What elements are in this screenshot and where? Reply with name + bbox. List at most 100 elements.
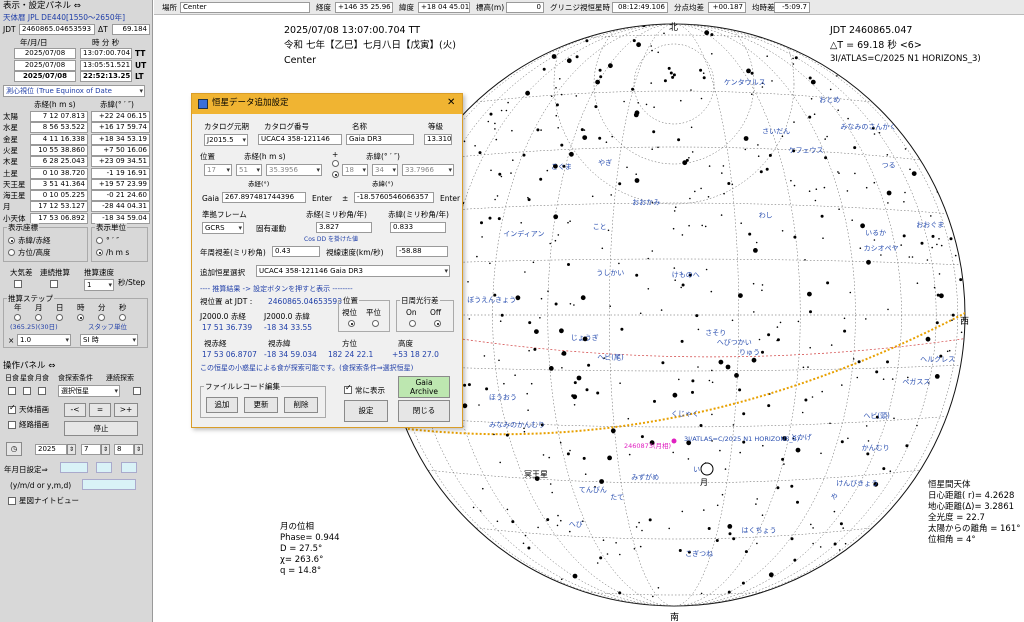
lunar-eclipse-checkbox[interactable] — [38, 387, 46, 395]
sky-draw-checkbox[interactable]: ✓ — [8, 404, 16, 414]
step-unit-radio[interactable] — [119, 314, 126, 321]
location-field[interactable]: Center — [180, 2, 310, 13]
step-equal-button[interactable]: = — [89, 403, 111, 417]
track-draw-checkbox[interactable] — [8, 421, 16, 429]
day-field[interactable]: 8 — [114, 444, 134, 455]
step-unit-radio[interactable] — [98, 314, 105, 321]
body-ra[interactable]: 0 10 38.720 — [30, 167, 88, 179]
body-ra[interactable]: 4 11 16.338 — [30, 133, 88, 145]
body-ra[interactable]: 17 12 53.127 — [30, 201, 88, 213]
step-mult-select[interactable]: 1.0 — [17, 334, 71, 346]
continuous-search-checkbox[interactable] — [133, 387, 141, 395]
body-ra[interactable]: 7 12 07.813 — [30, 111, 88, 122]
add-star-select[interactable]: UCAC4 358-121146 Gaia DR3 — [256, 265, 450, 277]
close-button[interactable]: 閉じる — [398, 400, 450, 422]
dec-s-select[interactable]: 33.7966 — [402, 164, 454, 176]
ra-h-select[interactable]: 17 — [204, 164, 232, 176]
parallax-field[interactable]: 0.43 — [272, 246, 320, 257]
body-ra[interactable]: 10 55 38.860 — [30, 144, 88, 156]
date-text-input[interactable] — [82, 479, 136, 490]
body-dec[interactable]: -0 21 24.60 — [91, 190, 150, 202]
name-field[interactable]: Gaia DR3 — [346, 134, 414, 145]
mean-radio[interactable] — [372, 320, 379, 327]
set-button[interactable]: 設定 — [344, 400, 388, 422]
speed-select[interactable]: 1 — [84, 279, 114, 291]
body-ra[interactable]: 0 10 05.225 — [30, 190, 88, 202]
night-view-checkbox[interactable] — [8, 497, 16, 505]
gaia-archive-button[interactable]: Gaia Archive — [398, 376, 450, 398]
search-condition-select[interactable]: 選択恒星 — [58, 385, 120, 397]
ra-s-select[interactable]: 35.3956 — [266, 164, 322, 176]
body-ra[interactable]: 6 28 25.043 — [30, 156, 88, 168]
date-field[interactable]: 2025/07/08 — [14, 59, 76, 71]
day-spinner[interactable]: ⇕ — [134, 444, 143, 455]
apparent-radio[interactable] — [348, 320, 355, 327]
body-dec[interactable]: +19 57 23.99 — [91, 178, 150, 190]
body-dec[interactable]: +18 34 53.19 — [91, 133, 150, 145]
daylight-off-radio[interactable] — [434, 320, 441, 327]
month-field[interactable]: 7 — [81, 444, 101, 455]
body-dec[interactable]: -1 19 16.91 — [91, 167, 150, 179]
year-spinner[interactable]: ⇕ — [67, 444, 76, 455]
daylight-on-radio[interactable] — [409, 320, 416, 327]
latitude-field[interactable]: +18 04 45.01 — [418, 2, 470, 13]
clock-icon[interactable]: ◷ — [6, 442, 22, 456]
body-dec[interactable]: +16 17 59.74 — [91, 122, 150, 134]
delete-button[interactable]: 削除 — [284, 397, 318, 413]
pm-ra-field[interactable]: 3.827 — [316, 222, 372, 233]
catalog-epoch-select[interactable]: J2015.5 — [204, 134, 248, 146]
month-spinner[interactable]: ⇕ — [101, 444, 110, 455]
date-field[interactable]: 2025/07/08 — [14, 48, 76, 59]
coord-azalt-radio[interactable] — [8, 249, 15, 256]
coord-system-select[interactable]: 測心視位 (True Equinox of Date — [3, 85, 145, 97]
step-type-select[interactable]: SI 時 — [80, 334, 138, 346]
always-show-checkbox[interactable]: ✓ — [344, 384, 352, 394]
body-dec[interactable]: +22 24 06.15 — [91, 111, 150, 122]
dec-d-select[interactable]: 18 — [342, 164, 368, 176]
mag-field[interactable]: 13.310 — [424, 134, 452, 145]
body-dec[interactable]: +23 09 34.51 — [91, 156, 150, 168]
eqtime-field[interactable]: -5:09.7 — [774, 2, 810, 13]
frame-select[interactable]: GCRS — [202, 222, 244, 234]
update-button[interactable]: 更新 — [244, 397, 278, 413]
unit-hms-radio[interactable] — [96, 249, 103, 256]
longitude-field[interactable]: +146 35 25.96 — [335, 2, 393, 13]
time-field[interactable]: 13:05:51.521 — [80, 59, 132, 71]
catalog-no-field[interactable]: UCAC4 358-121146 — [258, 134, 342, 145]
altitude-field[interactable]: 0 — [506, 2, 544, 13]
dialog-title-bar[interactable]: 恒星データ追加設定 ✕ — [192, 94, 462, 114]
pm-dec-field[interactable]: 0.833 — [390, 222, 446, 233]
time-field[interactable]: 13:07:00.704 — [80, 48, 132, 59]
atm-checkbox[interactable] — [14, 280, 22, 288]
date-year-input[interactable] — [60, 462, 88, 473]
date-day-input[interactable] — [121, 462, 137, 473]
step-unit-radio[interactable] — [56, 314, 63, 321]
body-dec[interactable]: +7 50 16.06 — [91, 144, 150, 156]
body-ra[interactable]: 8 56 53.522 — [30, 122, 88, 134]
gaia-dec-field[interactable]: -18.5760546066357 — [354, 192, 434, 203]
equinox-field[interactable]: +00.187 — [708, 2, 746, 13]
body-dec[interactable]: -28 44 04.31 — [91, 201, 150, 213]
time-field[interactable]: 22:52:13.251 — [80, 71, 132, 82]
coord-radec-radio[interactable] — [8, 237, 15, 244]
occultation-checkbox[interactable] — [23, 387, 31, 395]
add-button[interactable]: 追加 — [206, 397, 238, 413]
year-field[interactable]: 2025 — [35, 444, 67, 455]
gaia-ra-field[interactable]: 267.897481744396 — [222, 192, 306, 203]
dec-plus-radio[interactable] — [332, 160, 339, 167]
step-forward-button[interactable]: >+ — [114, 403, 138, 417]
cont-checkbox[interactable] — [50, 280, 58, 288]
gst-field[interactable]: 08:12:49.106 — [612, 2, 668, 13]
step-unit-radio[interactable] — [14, 314, 21, 321]
date-field[interactable]: 2025/07/08 — [14, 71, 76, 82]
body-ra[interactable]: 3 51 41.364 — [30, 178, 88, 190]
ra-m-select[interactable]: 51 — [236, 164, 262, 176]
step-back-button[interactable]: -< — [64, 403, 86, 417]
dt-field[interactable]: 69.184 — [112, 24, 150, 35]
step-unit-radio[interactable] — [35, 314, 42, 321]
dec-m-select[interactable]: 34 — [372, 164, 398, 176]
radvel-field[interactable]: -58.88 — [396, 246, 448, 257]
solar-eclipse-checkbox[interactable] — [8, 387, 16, 395]
stop-button[interactable]: 停止 — [64, 421, 138, 436]
step-unit-radio[interactable] — [77, 314, 84, 321]
